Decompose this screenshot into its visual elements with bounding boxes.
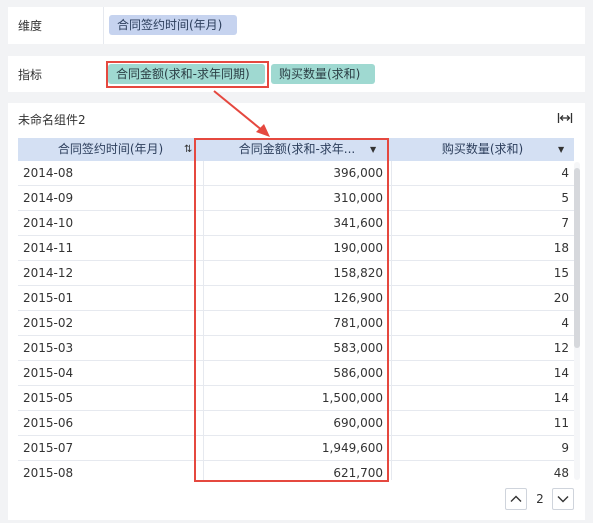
row-divider bbox=[103, 7, 104, 44]
table-row[interactable]: 2015-01 126,900 20 bbox=[18, 286, 574, 311]
cell-contract-amount: 190,000 bbox=[333, 241, 383, 255]
cell-purchase-qty: 4 bbox=[561, 316, 569, 330]
table-row[interactable]: 2015-08 621,700 48 bbox=[18, 461, 574, 480]
column-header-contract-amount[interactable]: 合同金额(求和-求年... bbox=[203, 138, 391, 161]
table-row[interactable]: 2015-04 586,000 14 bbox=[18, 361, 574, 386]
table-row[interactable]: 2015-06 690,000 11 bbox=[18, 411, 574, 436]
cell-date: 2015-08 bbox=[23, 466, 74, 480]
cell-date: 2015-02 bbox=[23, 316, 74, 330]
cell-date: 2015-05 bbox=[23, 391, 74, 405]
chevron-down-icon bbox=[557, 496, 569, 503]
table-row[interactable]: 2015-07 1,949,600 9 bbox=[18, 436, 574, 461]
cell-purchase-qty: 12 bbox=[553, 341, 569, 355]
cell-purchase-qty: 5 bbox=[561, 191, 569, 205]
table-row[interactable]: 2014-12 158,820 15 bbox=[18, 261, 574, 286]
table-row[interactable]: 2015-05 1,500,000 14 bbox=[18, 386, 574, 411]
cell-purchase-qty: 7 bbox=[561, 216, 569, 230]
cell-contract-amount: 586,000 bbox=[333, 366, 383, 380]
cell-contract-amount: 1,500,000 bbox=[321, 391, 383, 405]
table-row[interactable]: 2015-03 583,000 12 bbox=[18, 336, 574, 361]
column-header-purchase-qty[interactable]: 购买数量(求和) bbox=[391, 138, 574, 161]
cell-date: 2015-04 bbox=[23, 366, 74, 380]
cell-date: 2014-11 bbox=[23, 241, 74, 255]
dimension-row: 维度 合同签约时间(年月) bbox=[8, 7, 585, 44]
dimension-field-pill[interactable]: 合同签约时间(年月) bbox=[109, 15, 237, 35]
data-table: 合同签约时间(年月) 合同金额(求和-求年... 购买数量(求和) ⇅ ▼ ▼ … bbox=[18, 138, 574, 480]
cell-contract-amount: 341,600 bbox=[333, 216, 383, 230]
cell-purchase-qty: 4 bbox=[561, 166, 569, 180]
table-row[interactable]: 2015-02 781,000 4 bbox=[18, 311, 574, 336]
cell-date: 2014-08 bbox=[23, 166, 74, 180]
cell-date: 2015-03 bbox=[23, 341, 74, 355]
cell-purchase-qty: 14 bbox=[553, 366, 569, 380]
column-header-date[interactable]: 合同签约时间(年月) bbox=[18, 138, 203, 161]
metric-row: 指标 合同金额(求和-求年同期) 购买数量(求和) bbox=[8, 56, 585, 92]
table-row[interactable]: 2014-08 396,000 4 bbox=[18, 161, 574, 186]
table-widget: 未命名组件2 合同签约时间(年月) 合同金额(求和-求年... 购买数量(求和)… bbox=[8, 103, 585, 520]
cell-contract-amount: 583,000 bbox=[333, 341, 383, 355]
table-row[interactable]: 2014-10 341,600 7 bbox=[18, 211, 574, 236]
cell-contract-amount: 781,000 bbox=[333, 316, 383, 330]
table-header-row: 合同签约时间(年月) 合同金额(求和-求年... 购买数量(求和) ⇅ ▼ ▼ bbox=[18, 138, 574, 161]
table-row[interactable]: 2014-11 190,000 18 bbox=[18, 236, 574, 261]
cell-purchase-qty: 20 bbox=[553, 291, 569, 305]
cell-contract-amount: 310,000 bbox=[333, 191, 383, 205]
cell-purchase-qty: 14 bbox=[553, 391, 569, 405]
dropdown-icon[interactable]: ▼ bbox=[370, 138, 376, 161]
prev-page-button[interactable] bbox=[505, 488, 527, 510]
cell-date: 2015-06 bbox=[23, 416, 74, 430]
dimension-label: 维度 bbox=[18, 19, 43, 33]
metric-field-pill-contract-amount[interactable]: 合同金额(求和-求年同期) bbox=[108, 64, 265, 84]
cell-purchase-qty: 11 bbox=[553, 416, 569, 430]
dropdown-icon[interactable]: ▼ bbox=[558, 138, 564, 161]
cell-date: 2014-09 bbox=[23, 191, 74, 205]
cell-purchase-qty: 9 bbox=[561, 441, 569, 455]
metric-label: 指标 bbox=[18, 67, 43, 82]
cell-contract-amount: 158,820 bbox=[333, 266, 383, 280]
cell-contract-amount: 1,949,600 bbox=[321, 441, 383, 455]
chevron-up-icon bbox=[510, 495, 522, 502]
cell-purchase-qty: 18 bbox=[553, 241, 569, 255]
cell-purchase-qty: 48 bbox=[553, 466, 569, 480]
next-page-button[interactable] bbox=[552, 488, 574, 510]
cell-date: 2014-12 bbox=[23, 266, 74, 280]
widget-title: 未命名组件2 bbox=[18, 113, 86, 127]
cell-purchase-qty: 15 bbox=[553, 266, 569, 280]
table-row[interactable]: 2014-09 310,000 5 bbox=[18, 186, 574, 211]
metric-field-pill-purchase-qty[interactable]: 购买数量(求和) bbox=[271, 64, 375, 84]
cell-contract-amount: 126,900 bbox=[333, 291, 383, 305]
cell-contract-amount: 396,000 bbox=[333, 166, 383, 180]
scrollbar-thumb[interactable] bbox=[574, 168, 580, 348]
cell-contract-amount: 690,000 bbox=[333, 416, 383, 430]
cell-date: 2015-01 bbox=[23, 291, 74, 305]
cell-contract-amount: 621,700 bbox=[333, 466, 383, 480]
page-number: 2 bbox=[536, 492, 544, 506]
expand-width-icon[interactable] bbox=[557, 112, 573, 124]
cell-date: 2015-07 bbox=[23, 441, 74, 455]
cell-date: 2014-10 bbox=[23, 216, 74, 230]
sort-icon[interactable]: ⇅ bbox=[184, 138, 192, 161]
